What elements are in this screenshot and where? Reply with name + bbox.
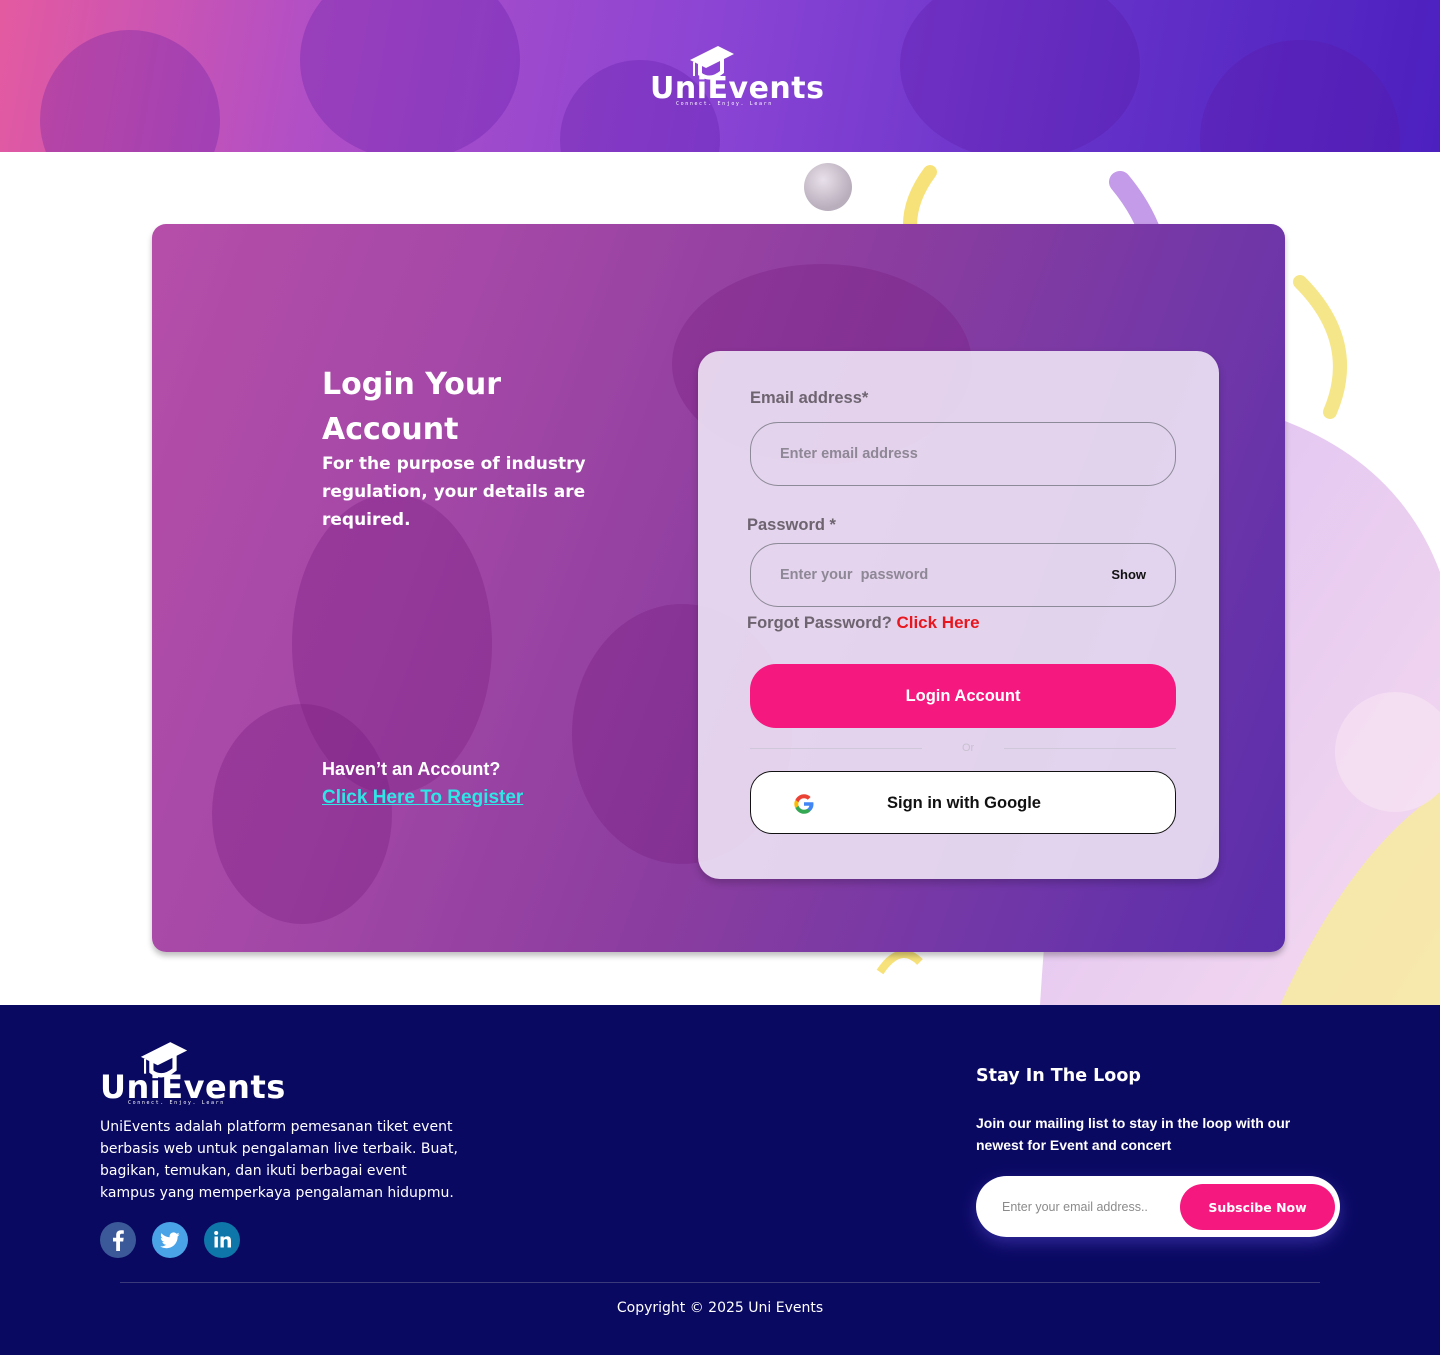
crowd-silhouette xyxy=(1200,40,1400,152)
login-subtitle: For the purpose of industry regulation, … xyxy=(322,454,586,530)
header-banner: UniEvents Connect. Enjoy. Learn xyxy=(0,0,1440,152)
newsletter-title: Stay In The Loop xyxy=(976,1066,1141,1086)
header-logo[interactable]: UniEvents Connect. Enjoy. Learn xyxy=(650,44,824,110)
copyright-text: Copyright © 2025 Uni Events xyxy=(616,1300,824,1316)
password-field[interactable]: Show xyxy=(750,543,1176,607)
email-input[interactable] xyxy=(780,423,1080,485)
newsletter-email-input[interactable] xyxy=(1002,1176,1172,1237)
no-account-text: Haven’t an Account? xyxy=(322,759,501,779)
login-title: Login Your Account xyxy=(322,367,502,447)
facebook-icon xyxy=(100,1222,136,1258)
facebook-link[interactable] xyxy=(100,1222,136,1258)
email-label: Email address* xyxy=(750,389,869,407)
brand-tagline: Connect. Enjoy. Learn xyxy=(676,101,773,107)
crowd-silhouette xyxy=(40,30,220,152)
login-button[interactable]: Login Account xyxy=(750,664,1176,728)
newsletter-form: Subscibe Now xyxy=(976,1176,1340,1237)
show-password-button[interactable]: Show xyxy=(1111,567,1146,582)
brand-tagline: Connect. Enjoy. Learn xyxy=(128,1100,225,1106)
password-label: Password * xyxy=(747,516,836,534)
twitter-link[interactable] xyxy=(152,1222,188,1258)
footer-logo[interactable]: UniEvents Connect. Enjoy. Learn xyxy=(100,1040,285,1110)
crowd-silhouette xyxy=(212,704,392,924)
register-link[interactable]: Click Here To Register xyxy=(322,787,523,809)
crowd-silhouette xyxy=(300,0,520,152)
forgot-password: Forgot Password? Click Here xyxy=(747,613,980,633)
divider-left xyxy=(750,748,922,749)
footer-divider xyxy=(120,1282,1320,1283)
password-input[interactable] xyxy=(780,544,1080,606)
google-signin-label: Sign in with Google xyxy=(887,794,1041,812)
divider-right xyxy=(1004,748,1176,749)
email-field[interactable] xyxy=(750,422,1176,486)
subscribe-button[interactable]: Subscibe Now xyxy=(1180,1184,1335,1230)
newsletter-text: Join our mailing list to stay in the loo… xyxy=(976,1115,1291,1153)
footer-description: UniEvents adalah platform pemesanan tike… xyxy=(100,1119,458,1201)
google-signin-button[interactable]: Sign in with Google xyxy=(750,771,1176,834)
forgot-password-link[interactable]: Click Here xyxy=(896,613,979,632)
linkedin-link[interactable] xyxy=(204,1222,240,1258)
linkedin-icon xyxy=(204,1222,240,1258)
crowd-silhouette xyxy=(900,0,1140,152)
twitter-icon xyxy=(152,1222,188,1258)
forgot-password-text: Forgot Password? xyxy=(747,614,892,632)
or-text: Or xyxy=(962,742,975,754)
